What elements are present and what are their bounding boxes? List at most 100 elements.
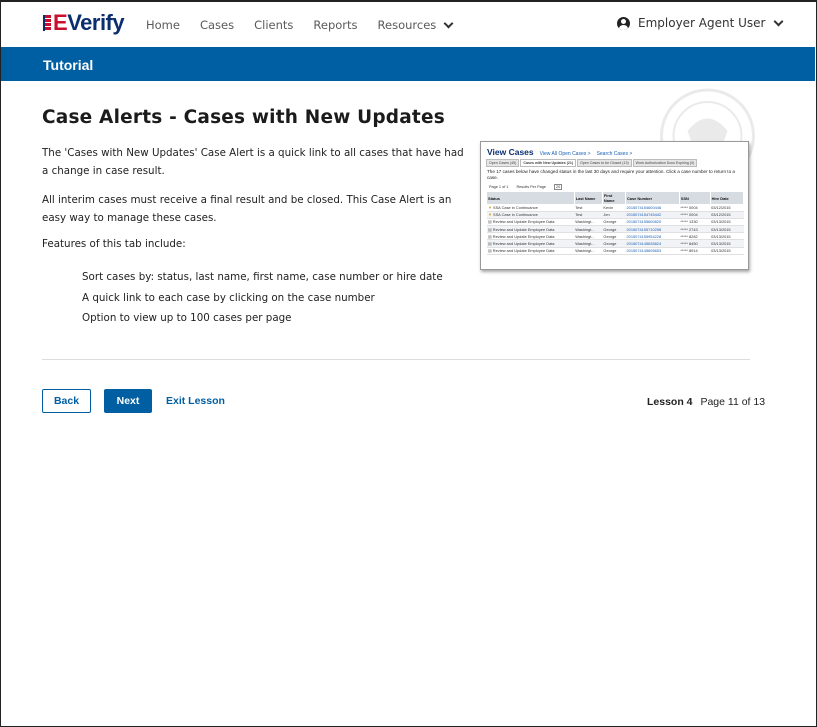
nav-clients[interactable]: Clients [254,18,293,32]
table-cell: SSA Case in Continuance [487,211,575,219]
nav-resources[interactable]: Resources [377,18,454,32]
table-row: SSA Case in Continuance Test Jen 2015074… [487,211,744,219]
col-header: Case Number [625,192,680,204]
thumb-link-open: View All Open Cases > [539,151,591,157]
thumb-tab: Open Cases to be Closed (13) [577,159,632,167]
table-cell: Washingt... [574,232,603,241]
page-title: Case Alerts - Cases with New Updates [42,107,445,128]
table-cell: Jen [602,211,626,219]
thumb-results-select: 20 [553,184,563,190]
table-cell: 2015074154600446 [625,204,680,212]
user-icon [617,16,630,30]
exit-lesson-link[interactable]: Exit Lesson [166,395,225,407]
table-cell: Test [574,211,603,219]
table-cell: Washingt... [574,239,603,248]
features-list: Sort cases by: status, last name, first … [82,267,443,329]
table-row: Review and Update Employee Data Washingt… [487,239,744,248]
banner-title: Tutorial [43,57,94,73]
table-cell: ***** 0004 [679,204,711,212]
table-cell: 2015074145605653 [625,247,680,255]
table-row: Review and Update Employee Data Washingt… [487,225,744,234]
thumb-header: View Cases View All Open Cases > Search … [487,147,632,157]
flag-icon [43,15,51,31]
divider [42,359,750,360]
col-header: First Name [602,192,627,204]
table-cell: 2015074155600820 [625,218,680,227]
table-cell: Review and Update Employee Data [487,239,575,248]
table-cell: Review and Update Employee Data [487,232,575,241]
logo-verify: Verify [67,10,125,35]
thumb-tab: Work Authorization Docs Expiring (0) [632,159,698,167]
list-item: Sort cases by: status, last name, first … [82,271,443,283]
table-cell: 03/13/2015 [710,232,744,241]
user-menu[interactable]: Employer Agent User [617,16,784,30]
table-row: Review and Update Employee Data Washingt… [487,232,744,241]
nav-cases[interactable]: Cases [200,18,234,32]
interim-paragraph: All interim cases must receive a final r… [42,194,452,224]
table-cell: Washingt... [574,225,603,234]
table-header-row: Status Last Name First Name Case Number … [487,192,745,204]
table-cell: Kevin [602,204,626,212]
thumb-page: Page 1 of 1 [489,185,509,189]
table-row: Review and Update Employee Data Washingt… [487,247,744,255]
table-cell: ***** 0004 [679,211,711,219]
nav-resources-label: Resources [377,18,437,32]
thumb-tab-active: Cases with New Updates (21) [520,159,577,167]
table-cell: 2015074154745442 [625,211,680,219]
table-cell: 2015074155710258 [625,225,680,234]
col-header: Status [487,192,575,204]
lesson-number: Lesson 4 [647,396,693,408]
tutorial-banner: Tutorial [1,47,815,81]
nav-reports[interactable]: Reports [313,18,357,32]
table-row: Review and Update Employee Data Washingt… [487,218,744,227]
nav-home[interactable]: Home [146,18,180,32]
table-cell: Review and Update Employee Data [487,247,575,255]
table-cell: George [602,218,626,227]
table-cell: Review and Update Employee Data [487,218,575,227]
thumb-table: Status Last Name First Name Case Number … [487,192,745,255]
thumb-tab: Open Cases (45) [486,159,520,167]
table-cell: Review and Update Employee Data [487,225,575,234]
table-cell: 03/13/2015 [710,225,744,234]
col-header: Last Name [574,192,603,204]
table-cell: George [602,232,626,241]
thumb-tabs: Open Cases (45) Cases with New Updates (… [486,159,698,167]
page-indicator: Page 11 of 13 [700,396,766,408]
table-cell: ***** 8450 [679,239,711,248]
user-name: Employer Agent User [638,16,766,30]
table-cell: ***** 2743 [679,225,711,234]
table-cell: 03/12/2015 [710,211,744,219]
table-cell: ***** 1330 [679,218,711,227]
table-cell: SSA Case in Continuance [487,204,575,212]
logo-e: E [53,10,68,35]
thumb-description: The 17 cases below have changed status i… [487,169,735,180]
table-cell: 2015074155954228 [625,232,680,241]
features-heading: Features of this tab include: [42,238,186,250]
table-cell: George [602,239,626,248]
table-cell: Washingt... [574,218,603,227]
thumb-title: View Cases [487,147,534,157]
table-cell: ***** 8282 [679,232,711,241]
intro-paragraph: The 'Cases with New Updates' Case Alert … [42,147,464,177]
chevron-down-icon [774,16,784,26]
thumb-link-search: Search Cases > [596,151,633,157]
next-button[interactable]: Next [104,389,152,413]
thumb-results-label: Results Per Page [516,185,546,189]
table-cell: ***** 8914 [679,247,711,255]
everify-logo[interactable]: E Verify [43,10,125,36]
col-header: SSN [679,192,711,204]
table-row: SSA Case in Continuance Test Kevin 20150… [487,204,744,212]
table-cell: Test [574,204,603,212]
nav-links: Home Cases Clients Reports Resources [146,18,472,32]
table-cell: 2015074145635824 [625,239,680,248]
back-button[interactable]: Back [42,389,91,413]
list-item: A quick link to each case by clicking on… [82,291,375,304]
list-item: Option to view up to 100 cases per page [82,312,292,324]
table-cell: George [602,247,626,255]
table-cell: 03/12/2015 [710,204,744,212]
view-cases-screenshot: View Cases View All Open Cases > Search … [480,141,749,270]
top-navigation: E Verify Home Cases Clients Reports Reso… [0,2,815,45]
lesson-progress: Lesson 4 Page 11 of 13 [647,396,765,408]
table-cell: 03/13/2015 [710,218,744,227]
table-cell: 03/13/2015 [710,247,744,255]
